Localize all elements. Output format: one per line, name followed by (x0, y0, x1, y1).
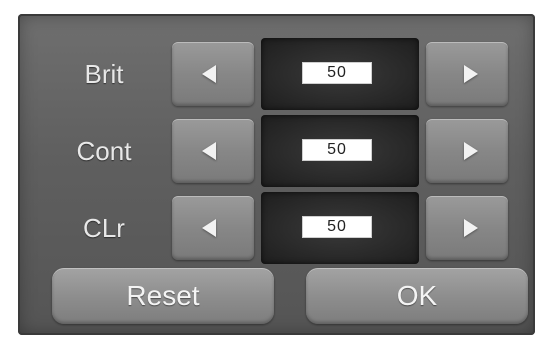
arrow-right-icon (464, 65, 478, 83)
brightness-decrease-button[interactable] (172, 42, 254, 106)
arrow-left-icon (202, 142, 216, 160)
ok-button[interactable]: OK (306, 268, 528, 324)
color-decrease-button[interactable] (172, 196, 254, 260)
brightness-increase-button[interactable] (426, 42, 508, 106)
settings-panel: Brit 50 Cont 50 CLr 50 Reset OK (18, 14, 535, 335)
color-label: CLr (83, 213, 125, 243)
color-increase-button[interactable] (426, 196, 508, 260)
color-value: 50 (302, 216, 372, 238)
color-row: CLr 50 (18, 192, 535, 264)
contrast-increase-button[interactable] (426, 119, 508, 183)
contrast-label: Cont (76, 136, 132, 166)
brightness-label: Brit (84, 59, 124, 89)
brightness-row: Brit 50 (18, 38, 535, 110)
brightness-value: 50 (302, 62, 372, 84)
brightness-value-display: 50 (261, 38, 419, 110)
contrast-value: 50 (302, 139, 372, 161)
contrast-value-display: 50 (261, 115, 419, 187)
contrast-row: Cont 50 (18, 115, 535, 187)
arrow-right-icon (464, 219, 478, 237)
arrow-left-icon (202, 65, 216, 83)
contrast-decrease-button[interactable] (172, 119, 254, 183)
arrow-left-icon (202, 219, 216, 237)
color-value-display: 50 (261, 192, 419, 264)
arrow-right-icon (464, 142, 478, 160)
reset-button[interactable]: Reset (52, 268, 274, 324)
